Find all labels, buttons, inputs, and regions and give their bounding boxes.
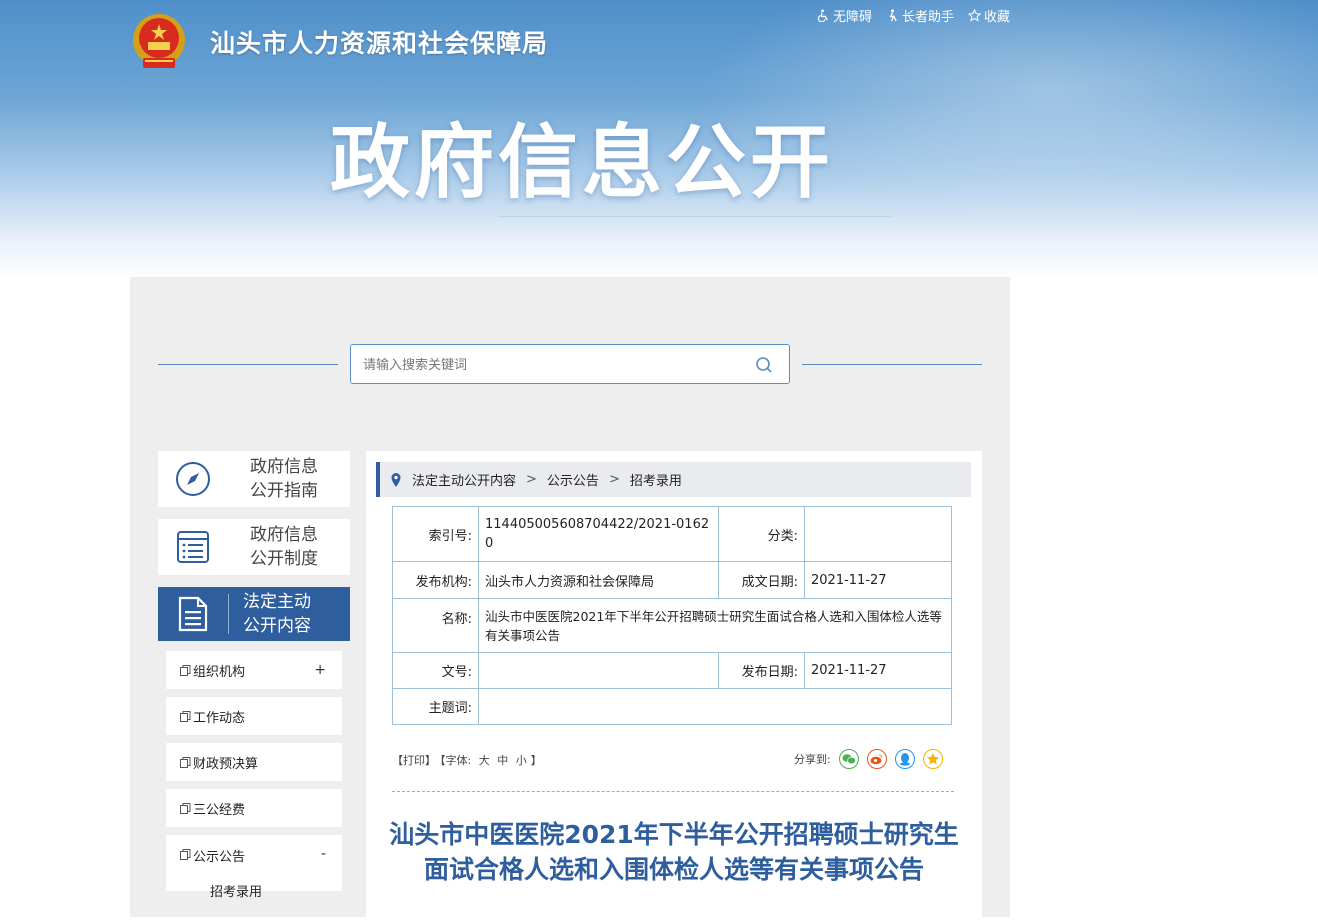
- page-icon: [180, 756, 191, 768]
- document-icon: [178, 596, 208, 632]
- meta-docno-value: [478, 652, 719, 689]
- page-icon: [180, 849, 191, 860]
- favorite-link[interactable]: 收藏: [967, 6, 1010, 25]
- article-tools: 【打印】 【字体: 大 中 小】: [392, 752, 546, 768]
- sidebar-label-line2: 公开指南: [250, 481, 318, 501]
- elder-assistant-label: 长者助手: [901, 10, 954, 25]
- meta-label: 发布日期:: [718, 652, 805, 689]
- qzone-icon[interactable]: [922, 749, 943, 769]
- metadata-table: 索引号: 114405005608704422/2021-01620 分类: 发…: [392, 506, 952, 725]
- subnav-label: 组织机构: [193, 664, 246, 680]
- search-box: [350, 344, 790, 384]
- article-title: 汕头市中医医院2021年下半年公开招聘硕士研究生面试合格人选和入围体检人选等有关…: [389, 820, 959, 884]
- subnav-label: 公示公告: [193, 850, 246, 865]
- meta-label: 索引号:: [392, 506, 479, 562]
- meta-created-date: 2021-11-27: [804, 561, 952, 599]
- accessibility-label: 无障碍: [832, 10, 872, 25]
- subnav-item-three-public-expenses[interactable]: 三公经费: [166, 789, 342, 827]
- print-button[interactable]: 【打印】: [392, 754, 436, 767]
- subnav-item-work-news[interactable]: 工作动态: [166, 697, 342, 735]
- sidebar-item-disclosure-guide[interactable]: 政府信息 公开指南: [158, 451, 350, 507]
- top-links: 无障碍 长者助手 收藏: [817, 6, 1010, 25]
- sidebar-label-line2: 公开制度: [250, 549, 318, 569]
- compass-icon: [176, 462, 210, 496]
- sidebar-label-line2: 公开内容: [243, 616, 311, 636]
- wechat-icon[interactable]: [838, 749, 859, 769]
- breadcrumb-item[interactable]: 法定主动公开内容: [412, 470, 516, 489]
- search-icon[interactable]: [755, 356, 773, 374]
- meta-published-date: 2021-11-27: [804, 652, 952, 689]
- font-large-button[interactable]: 大: [479, 754, 490, 767]
- sidebar-item-statutory-disclosure[interactable]: 法定主动 公开内容: [158, 587, 350, 641]
- subnav-label: 工作动态: [193, 710, 246, 726]
- meta-subject-value: [478, 688, 952, 725]
- elder-icon: [889, 9, 897, 22]
- hero-divider: [498, 216, 890, 217]
- meta-index-value: 114405005608704422/2021-01620: [478, 506, 719, 562]
- search-divider-right: [802, 364, 982, 365]
- share-label: 分享到:: [794, 753, 831, 766]
- meta-name-value: 汕头市中医医院2021年下半年公开招聘硕士研究生面试合格人选和入围体检人选等有关…: [478, 598, 952, 653]
- page-icon: [180, 802, 191, 814]
- breadcrumb-item[interactable]: 公示公告: [547, 470, 599, 489]
- national-emblem-icon: [133, 14, 185, 68]
- font-size-close: 】: [530, 754, 542, 767]
- meta-category-value: [804, 506, 952, 562]
- font-small-button[interactable]: 小: [516, 754, 527, 767]
- subnav-child-recruitment[interactable]: 招考录用: [210, 881, 262, 900]
- elder-assistant-link[interactable]: 长者助手: [886, 6, 954, 25]
- star-icon: [967, 9, 981, 22]
- favorite-label: 收藏: [983, 10, 1010, 25]
- meta-label: 发布机构:: [392, 561, 479, 599]
- list-icon: [177, 531, 209, 563]
- search-input[interactable]: [363, 354, 743, 376]
- sidebar-label-line1: 政府信息: [250, 457, 318, 477]
- hero-title: 政府信息公开: [330, 116, 834, 209]
- meta-label: 主题词:: [392, 688, 479, 725]
- accessibility-link[interactable]: 无障碍: [817, 6, 872, 25]
- chevron-right-icon: >: [526, 472, 537, 487]
- page-icon: [180, 664, 191, 676]
- content-area: 法定主动公开内容 > 公示公告 > 招考录用 索引号: 114405005608…: [366, 451, 982, 921]
- location-pin-icon: [391, 472, 401, 487]
- sidebar-item-disclosure-system[interactable]: 政府信息 公开制度: [158, 519, 350, 575]
- subnav-item-announcements[interactable]: 公示公告 - 招考录用: [166, 835, 342, 900]
- share-bar: 分享到:: [794, 749, 943, 769]
- font-size-label: 【字体:: [440, 754, 472, 767]
- sidebar-label-line1: 法定主动: [243, 592, 311, 612]
- meta-label: 分类:: [718, 506, 805, 562]
- meta-label: 成文日期:: [718, 561, 805, 599]
- header-banner: 汕头市人力资源和社会保障局 无障碍 长者助手 收藏 政府信息公开: [0, 0, 1318, 280]
- qq-icon[interactable]: [894, 749, 915, 769]
- breadcrumb-item[interactable]: 招考录用: [630, 470, 682, 489]
- font-medium-button[interactable]: 中: [497, 754, 508, 767]
- chevron-right-icon: >: [608, 472, 620, 487]
- wheelchair-icon: [817, 9, 828, 22]
- main-panel: 政府信息公开指南 政府信息公开制度 法定主动公开内容 组织机构 + 工作动态 财…: [130, 277, 1010, 921]
- sidebar-label-line1: 政府信息: [250, 525, 318, 545]
- page-icon: [180, 710, 191, 722]
- subnav-label: 三公经费: [193, 802, 246, 818]
- search-divider-left: [158, 364, 338, 365]
- divider: [392, 791, 954, 792]
- site-name[interactable]: 汕头市人力资源和社会保障局: [210, 24, 548, 60]
- breadcrumb: 法定主动公开内容 > 公示公告 > 招考录用: [376, 462, 971, 497]
- subnav-item-budget[interactable]: 财政预决算: [166, 743, 342, 781]
- subnav-item-organization[interactable]: 组织机构 +: [166, 651, 342, 689]
- expand-icon[interactable]: +: [314, 662, 326, 678]
- meta-label: 文号:: [392, 652, 479, 689]
- meta-label: 名称:: [392, 598, 479, 653]
- collapse-icon[interactable]: -: [321, 846, 326, 862]
- subnav-label: 财政预决算: [193, 756, 259, 772]
- weibo-icon[interactable]: [866, 749, 887, 769]
- meta-publisher-value: 汕头市人力资源和社会保障局: [478, 561, 719, 599]
